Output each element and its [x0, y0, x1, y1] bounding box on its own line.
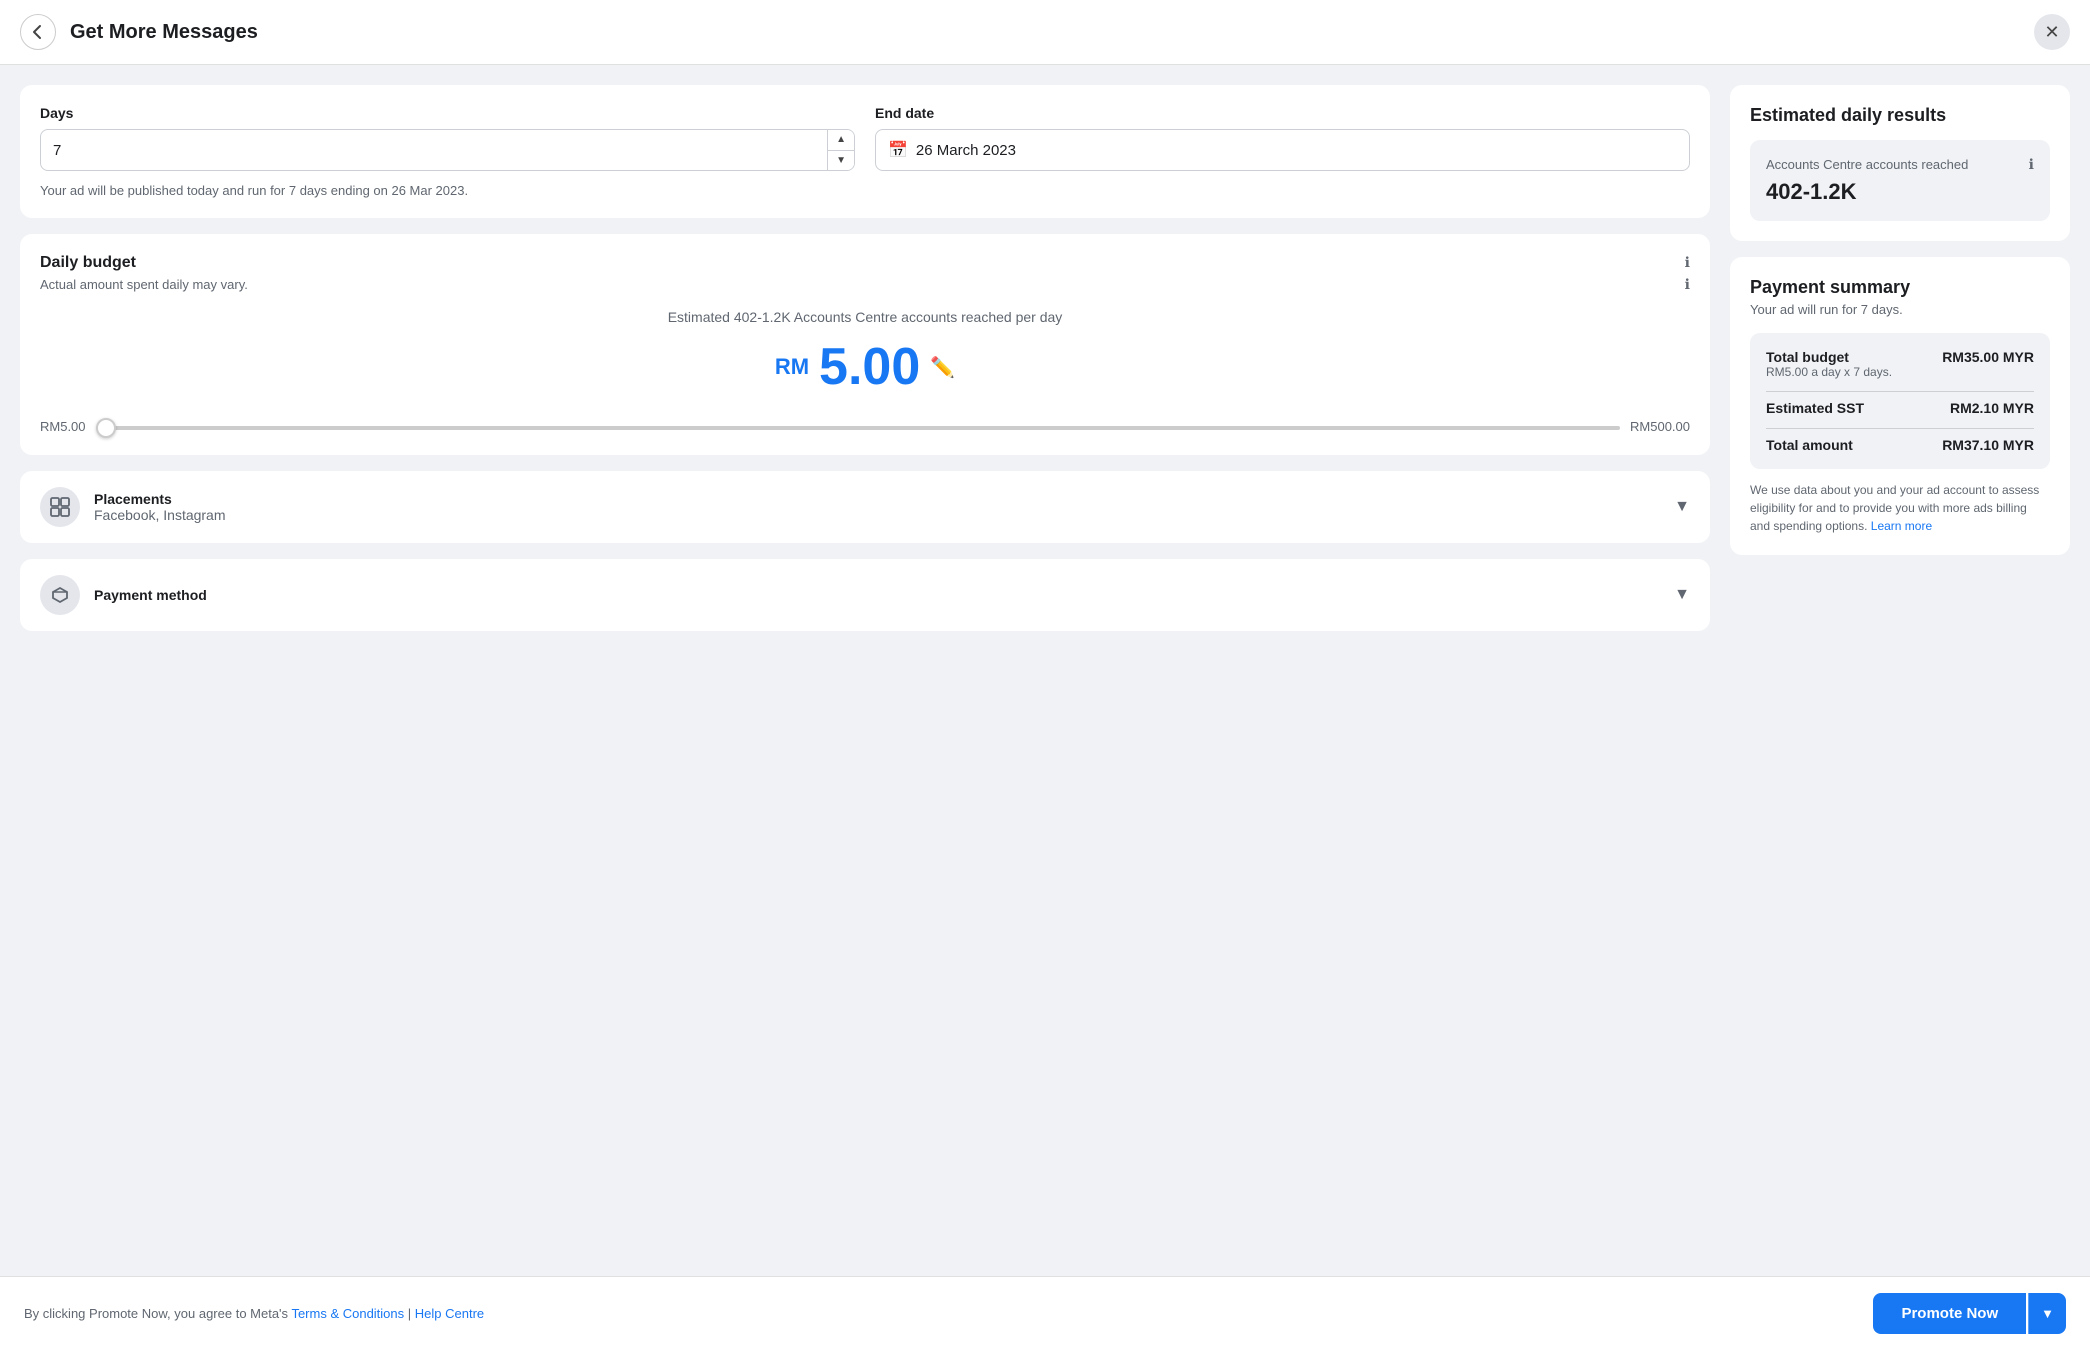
total-budget-row: Total budget RM5.00 a day x 7 days. RM35… — [1766, 349, 2034, 379]
days-label: Days — [40, 105, 855, 121]
end-date-value: 26 March 2023 — [916, 142, 1016, 159]
payment-method-label: Payment method — [94, 587, 1660, 603]
payment-method-chevron-icon: ▼ — [1674, 586, 1690, 604]
placements-info: Placements Facebook, Instagram — [94, 491, 1660, 523]
modal-header: Get More Messages ✕ — [0, 0, 2090, 65]
learn-more-link[interactable]: Learn more — [1871, 519, 1932, 533]
ad-run-note: Your ad will be published today and run … — [40, 183, 1690, 198]
payment-method-icon — [40, 575, 80, 615]
placements-card[interactable]: Placements Facebook, Instagram ▼ — [20, 471, 1710, 543]
payment-summary-card: Payment summary Your ad will run for 7 d… — [1730, 257, 2070, 555]
budget-subtitle-text: Actual amount spent daily may vary. — [40, 277, 248, 292]
sst-row: Estimated SST RM2.10 MYR — [1766, 400, 2034, 416]
promote-now-button[interactable]: Promote Now — [1873, 1293, 2026, 1334]
promote-dropdown-button[interactable]: ▼ — [2028, 1293, 2066, 1334]
total-amount-label: Total amount — [1766, 437, 1853, 453]
budget-card: Daily budget ℹ Actual amount spent daily… — [20, 234, 1710, 455]
placements-value: Facebook, Instagram — [94, 507, 1660, 523]
days-decrement-button[interactable]: ▼ — [828, 151, 854, 171]
budget-amount: 5.00 — [819, 341, 920, 393]
total-budget-value: RM35.00 MYR — [1942, 349, 2034, 365]
back-button[interactable] — [20, 14, 56, 50]
footer-actions: Promote Now ▼ — [1873, 1293, 2066, 1334]
estimated-results-card: Estimated daily results Accounts Centre … — [1730, 85, 2070, 241]
estimated-reach-text: Estimated 402-1.2K Accounts Centre accou… — [40, 309, 1690, 325]
total-budget-sublabel: RM5.00 a day x 7 days. — [1766, 365, 1892, 379]
estimated-reach-info-icon[interactable]: ℹ — [2029, 156, 2034, 173]
summary-divider-1 — [1766, 391, 2034, 392]
budget-slider[interactable] — [96, 426, 1620, 430]
footer-note: By clicking Promote Now, you agree to Me… — [24, 1306, 484, 1321]
budget-subtitle: Actual amount spent daily may vary. ℹ — [40, 276, 1690, 293]
budget-title: Daily budget — [40, 254, 136, 272]
modal-body: Days ▲ ▼ End date 📅 26 March 2023 — [0, 65, 2090, 1276]
sst-value: RM2.10 MYR — [1950, 400, 2034, 416]
end-date-field: End date 📅 26 March 2023 — [875, 105, 1690, 171]
calendar-icon: 📅 — [888, 140, 908, 160]
duration-row: Days ▲ ▼ End date 📅 26 March 2023 — [40, 105, 1690, 171]
budget-subtitle-info-icon[interactable]: ℹ — [1685, 276, 1690, 293]
date-input-wrap[interactable]: 📅 26 March 2023 — [875, 129, 1690, 171]
help-centre-link[interactable]: Help Centre — [415, 1306, 484, 1321]
days-increment-button[interactable]: ▲ — [828, 130, 854, 151]
estimated-results-title: Estimated daily results — [1750, 105, 2050, 126]
budget-header: Daily budget ℹ — [40, 254, 1690, 272]
total-budget-label: Total budget — [1766, 349, 1892, 365]
total-budget-left: Total budget RM5.00 a day x 7 days. — [1766, 349, 1892, 379]
sst-label: Estimated SST — [1766, 400, 1864, 416]
budget-info-icon[interactable]: ℹ — [1685, 254, 1690, 271]
payment-summary-title: Payment summary — [1750, 277, 2050, 298]
billing-note: We use data about you and your ad accoun… — [1750, 481, 2050, 535]
placements-chevron-icon: ▼ — [1674, 498, 1690, 516]
payment-summary-box: Total budget RM5.00 a day x 7 days. RM35… — [1750, 333, 2050, 469]
days-input-wrap: ▲ ▼ — [40, 129, 855, 171]
page-title: Get More Messages — [70, 21, 2034, 44]
terms-conditions-link[interactable]: Terms & Conditions — [291, 1306, 404, 1321]
days-field: Days ▲ ▼ — [40, 105, 855, 171]
duration-card: Days ▲ ▼ End date 📅 26 March 2023 — [20, 85, 1710, 218]
placements-label: Placements — [94, 491, 1660, 507]
total-amount-value: RM37.10 MYR — [1942, 437, 2034, 453]
end-date-label: End date — [875, 105, 1690, 121]
placements-icon — [40, 487, 80, 527]
slider-max-label: RM500.00 — [1630, 419, 1690, 434]
estimated-reach-label: Accounts Centre accounts reached ℹ — [1766, 156, 2034, 173]
slider-row: RM5.00 RM500.00 — [40, 417, 1690, 435]
summary-divider-2 — [1766, 428, 2034, 429]
days-input[interactable] — [41, 142, 827, 159]
budget-amount-row: RM 5.00 ✏️ — [40, 341, 1690, 393]
slider-wrap — [96, 417, 1620, 435]
footer-note-text: By clicking Promote Now, you agree to Me… — [24, 1306, 288, 1321]
estimated-reach-box: Accounts Centre accounts reached ℹ 402-1… — [1750, 140, 2050, 221]
payment-summary-subtitle: Your ad will run for 7 days. — [1750, 302, 2050, 317]
budget-currency: RM — [775, 354, 809, 380]
modal-footer: By clicking Promote Now, you agree to Me… — [0, 1276, 2090, 1350]
edit-budget-icon[interactable]: ✏️ — [930, 355, 955, 380]
stepper-buttons: ▲ ▼ — [827, 130, 854, 170]
estimated-reach-label-text: Accounts Centre accounts reached — [1766, 157, 1968, 172]
footer-separator: | — [408, 1306, 411, 1321]
right-column: Estimated daily results Accounts Centre … — [1730, 85, 2070, 555]
estimated-reach-value: 402-1.2K — [1766, 179, 2034, 205]
left-column: Days ▲ ▼ End date 📅 26 March 2023 — [20, 85, 1710, 631]
payment-method-card[interactable]: Payment method ▼ — [20, 559, 1710, 631]
slider-min-label: RM5.00 — [40, 419, 86, 434]
total-amount-row: Total amount RM37.10 MYR — [1766, 437, 2034, 453]
close-button[interactable]: ✕ — [2034, 14, 2070, 50]
